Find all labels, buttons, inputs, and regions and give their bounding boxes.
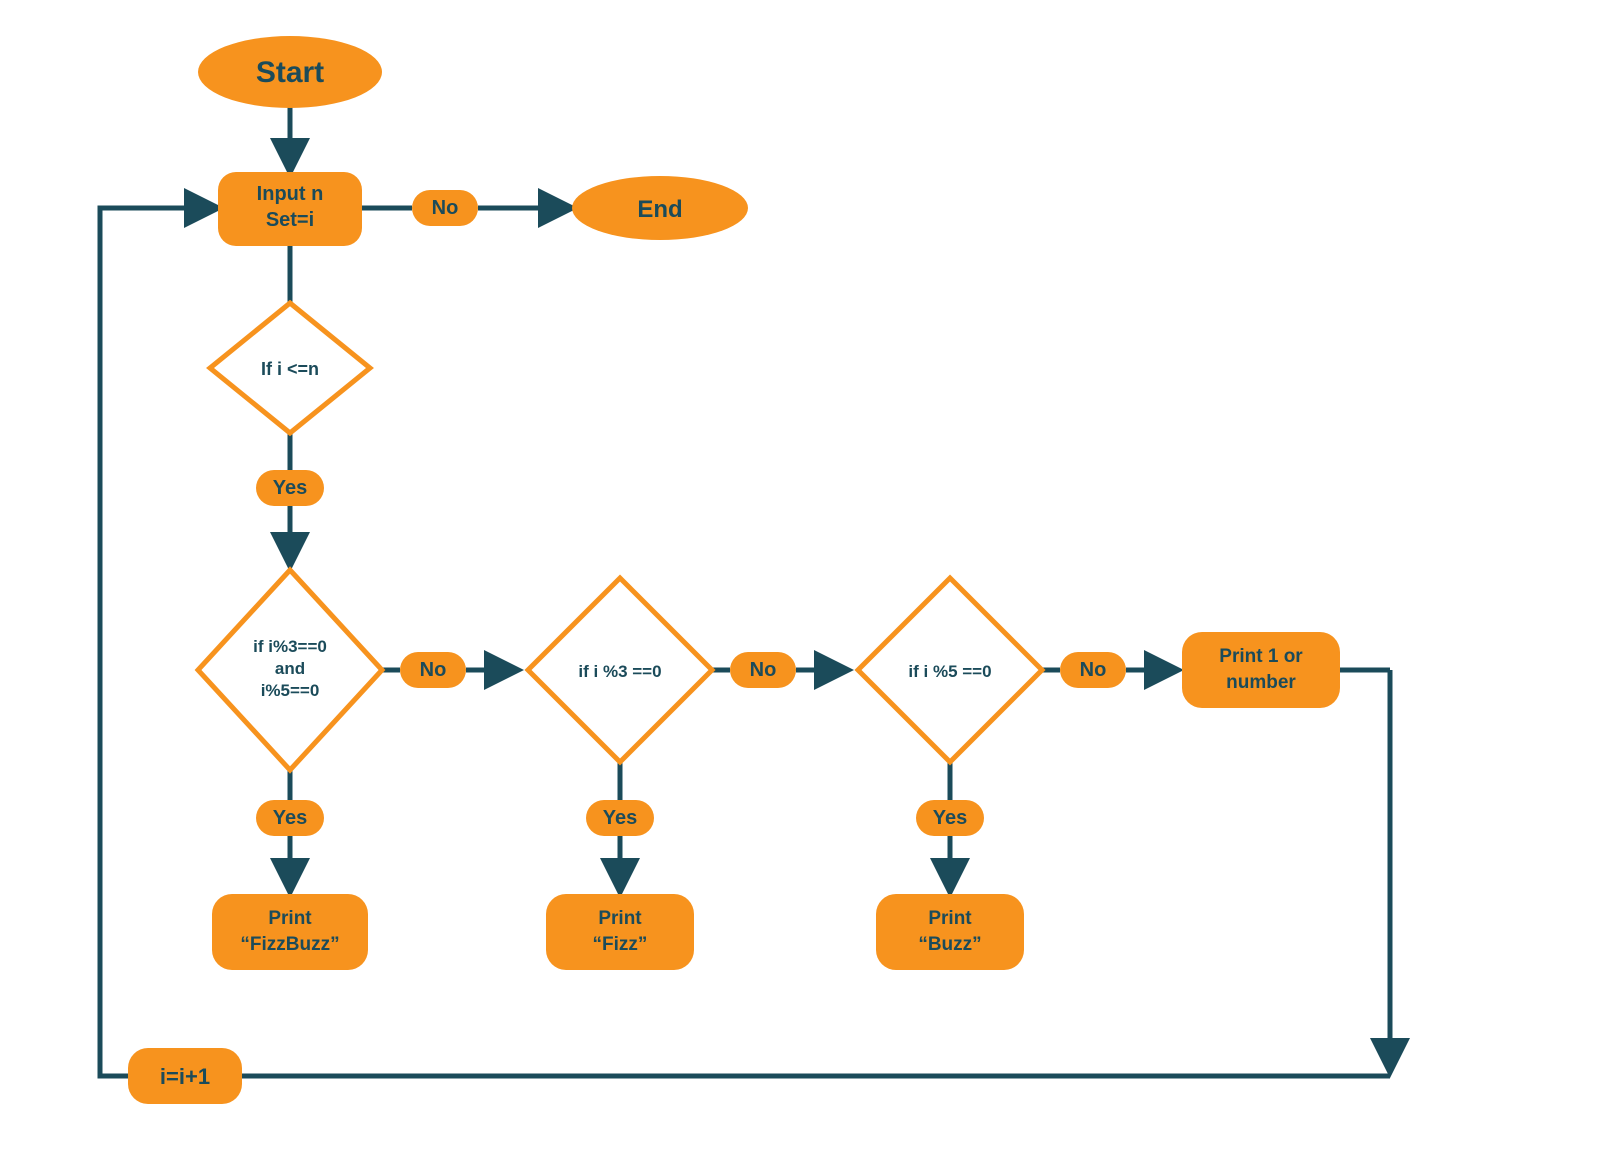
start-label: Start (256, 56, 324, 89)
print4-l1: Print 1 or (1219, 646, 1303, 667)
yes-pill-3: Yes (586, 800, 654, 836)
print1-l2: “FizzBuzz” (240, 934, 339, 955)
start-node: Start (198, 36, 382, 108)
no-pill-1: No (412, 190, 478, 226)
cond2-diamond: if i%3==0 and i%5==0 (198, 570, 382, 770)
yes-pill-2: Yes (256, 800, 324, 836)
end-label: End (637, 196, 682, 223)
print4-l2: number (1226, 672, 1296, 693)
no-label-2: No (420, 659, 447, 681)
cond3-label: if i %3 ==0 (578, 662, 661, 681)
print2-node: Print “Fizz” (546, 894, 694, 970)
print1-node: Print “FizzBuzz” (212, 894, 368, 970)
no-pill-2: No (400, 652, 466, 688)
incr-node: i=i+1 (128, 1048, 242, 1104)
no-label-1: No (432, 197, 459, 219)
yes-label-2: Yes (273, 807, 307, 829)
yes-label-3: Yes (603, 807, 637, 829)
edge-incr-up (100, 208, 216, 1076)
print3-node: Print “Buzz” (876, 894, 1024, 970)
cond2-l1: if i%3==0 (253, 637, 327, 656)
no-label-4: No (1080, 659, 1107, 681)
input-node: Input n Set=i (218, 172, 362, 246)
cond1-label: If i <=n (261, 359, 319, 379)
no-pill-4: No (1060, 652, 1126, 688)
cond3-diamond: if i %3 ==0 (528, 578, 712, 762)
cond1-diamond: If i <=n (210, 303, 370, 433)
cond2-l2: and (275, 659, 305, 678)
cond4-label: if i %5 ==0 (908, 662, 991, 681)
fizzbuzz-flowchart: Start Input n Set=i End No If i <=n Yes … (0, 0, 1600, 1170)
print3-l2: “Buzz” (918, 934, 981, 955)
print4-node: Print 1 or number (1182, 632, 1340, 708)
print3-l1: Print (928, 908, 972, 929)
no-pill-3: No (730, 652, 796, 688)
cond4-diamond: if i %5 ==0 (858, 578, 1042, 762)
input-line1: Input n (257, 183, 324, 205)
yes-pill-1: Yes (256, 470, 324, 506)
yes-label-4: Yes (933, 807, 967, 829)
print1-l1: Print (268, 908, 312, 929)
cond2-l3: i%5==0 (261, 681, 320, 700)
input-line2: Set=i (266, 209, 314, 231)
incr-label: i=i+1 (160, 1064, 210, 1089)
print2-l1: Print (598, 908, 642, 929)
yes-pill-4: Yes (916, 800, 984, 836)
print2-l2: “Fizz” (593, 934, 648, 955)
yes-label-1: Yes (273, 477, 307, 499)
end-node: End (572, 176, 748, 240)
no-label-3: No (750, 659, 777, 681)
